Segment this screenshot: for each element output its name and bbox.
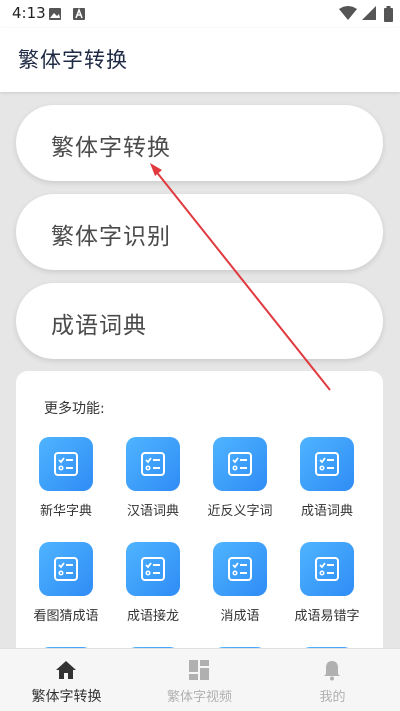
annotation-arrow [150,163,331,391]
grid-icon [189,660,209,680]
bottom-navigation: 繁体字转换 繁体字视频 我的 [0,648,400,711]
nav-mine-label: 我的 [319,690,346,705]
home-icon [56,661,76,679]
nav-convert[interactable]: 繁体字转换 [0,649,133,711]
nav-video-label: 繁体字视频 [166,690,232,705]
nav-video[interactable]: 繁体字视频 [133,649,266,711]
bell-icon [324,661,340,681]
nav-convert-label: 繁体字转换 [31,689,102,705]
nav-mine[interactable]: 我的 [266,649,399,711]
